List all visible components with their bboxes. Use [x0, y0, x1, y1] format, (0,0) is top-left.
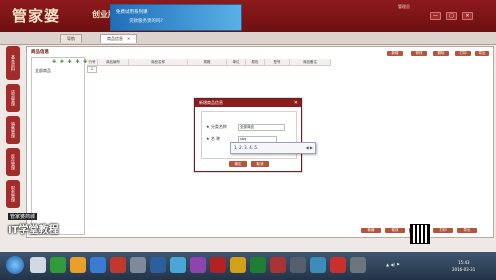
tab-bar: 导航 商品信息 ✕	[0, 32, 496, 45]
app-header: 管家婆 创业版 免费试用系列课 贷款服务贵的吗? 管理员 — ▢ ✕	[0, 0, 496, 32]
explorer-icon[interactable]	[30, 257, 46, 273]
bottom-export-button[interactable]: 导出	[457, 228, 477, 233]
col-header[interactable]: 商品编号	[98, 59, 129, 66]
tab-label: 导航	[67, 36, 75, 41]
code-label: ★ 名 称	[206, 136, 221, 141]
banner-text-2: 贷款服务贵的吗?	[129, 19, 163, 24]
system-tray[interactable]: ▲ ◀) ⚑	[386, 262, 400, 267]
col-header[interactable]: 单位	[227, 59, 246, 66]
module-tab-stock[interactable]: 库存管理	[6, 148, 20, 176]
watermark-line1: 管家婆商城	[8, 213, 38, 220]
app-icon[interactable]	[350, 257, 366, 273]
module-tab-purchase[interactable]: 进货管理	[6, 84, 20, 112]
table-row[interactable]: 1	[87, 66, 97, 73]
app-icon[interactable]	[190, 257, 206, 273]
tree-toolbar-icons[interactable]: ✚ ✚ ✚ ✚ ✚	[52, 59, 88, 65]
dialog-title: 新增商品信息	[195, 99, 301, 107]
col-header[interactable]: 规格	[188, 59, 227, 66]
banner-text-1: 免费试用系列课	[116, 10, 148, 15]
panel-title: 商品信息	[31, 50, 49, 55]
module-tab-sales[interactable]: 销售管理	[6, 116, 20, 144]
module-tab-basic[interactable]: 基本资料	[6, 46, 20, 80]
name-label: ★ 分类名称	[206, 124, 227, 129]
app-icon[interactable]	[150, 257, 166, 273]
app-icon[interactable]	[210, 257, 226, 273]
col-header[interactable]: 型号	[265, 59, 290, 66]
ad-banner[interactable]: 免费试用系列课 贷款服务贵的吗?	[110, 4, 242, 31]
ok-button[interactable]: 确定	[229, 161, 247, 167]
edit-button[interactable]: 修改	[411, 51, 427, 56]
app-icon[interactable]	[270, 257, 286, 273]
delete-button[interactable]: 删除	[433, 51, 449, 56]
tab-label: 商品信息	[107, 36, 123, 41]
col-header[interactable]: 商品名称	[129, 59, 188, 66]
qr-code-icon	[410, 224, 430, 244]
app-icon[interactable]	[250, 257, 266, 273]
add-button[interactable]: 新增	[387, 51, 403, 56]
watermark: 管家婆商城 IT学堂教程	[8, 213, 70, 243]
print-button[interactable]: 打印	[455, 51, 471, 56]
app-icon[interactable]	[330, 257, 346, 273]
tree-node-all[interactable]: 全部商品	[35, 68, 51, 74]
module-tab-finance[interactable]: 财务管理	[6, 180, 20, 208]
start-button[interactable]	[6, 256, 24, 274]
app-icon[interactable]	[310, 257, 326, 273]
bottom-edit-button[interactable]: 修改	[385, 228, 405, 233]
ime-page-arrows[interactable]: ◀ ▶	[306, 143, 313, 153]
col-header[interactable]: 商品备注	[290, 59, 331, 66]
watermark-line2: IT学堂教程	[8, 225, 59, 236]
minimize-button[interactable]: —	[430, 12, 441, 20]
close-icon[interactable]: ✕	[294, 99, 298, 107]
folder-icon[interactable]	[70, 257, 86, 273]
export-excel-button[interactable]: 导出Excel	[475, 51, 489, 60]
bottom-add-button[interactable]: 新增	[361, 228, 381, 233]
name-field[interactable]: 全部商品	[238, 124, 285, 131]
cancel-button[interactable]: 取消	[251, 161, 269, 167]
ime-candidate-bar[interactable]: 1. 2. 3. 4. 5. ◀ ▶	[230, 142, 316, 154]
browser-icon[interactable]	[50, 257, 66, 273]
app-icon[interactable]	[110, 257, 126, 273]
app-icon[interactable]	[130, 257, 146, 273]
ime-candidates[interactable]: 1. 2. 3. 4. 5.	[234, 143, 258, 153]
category-tree: ✚ ✚ ✚ ✚ ✚ 全部商品	[31, 57, 88, 235]
app-icon[interactable]	[290, 257, 306, 273]
close-icon[interactable]: ✕	[127, 36, 130, 41]
app-icon[interactable]	[90, 257, 106, 273]
user-name: 管理员	[398, 4, 410, 9]
clock-date[interactable]: 2016-03-31	[452, 267, 475, 272]
tab-product-info[interactable]: 商品信息 ✕	[100, 34, 138, 43]
logo-title: 管家婆	[12, 7, 61, 25]
app-icon[interactable]	[170, 257, 186, 273]
clock-time[interactable]: 15:43	[458, 260, 470, 265]
app-icon[interactable]	[230, 257, 246, 273]
close-button[interactable]: ✕	[462, 12, 473, 20]
maximize-button[interactable]: ▢	[446, 12, 457, 20]
col-header[interactable]: 颜色	[246, 59, 265, 66]
new-category-dialog: 新增商品信息 ✕ ★ 分类名称 全部商品 ★ 名 称 sbq 确定 取消	[194, 98, 302, 172]
bottom-print-button[interactable]: 打印	[433, 228, 453, 233]
tab-navigation[interactable]: 导航	[60, 34, 82, 43]
col-header[interactable]: 行号	[87, 59, 98, 66]
left-module-strip: 基本资料 进货管理 销售管理 库存管理 财务管理	[4, 46, 24, 208]
